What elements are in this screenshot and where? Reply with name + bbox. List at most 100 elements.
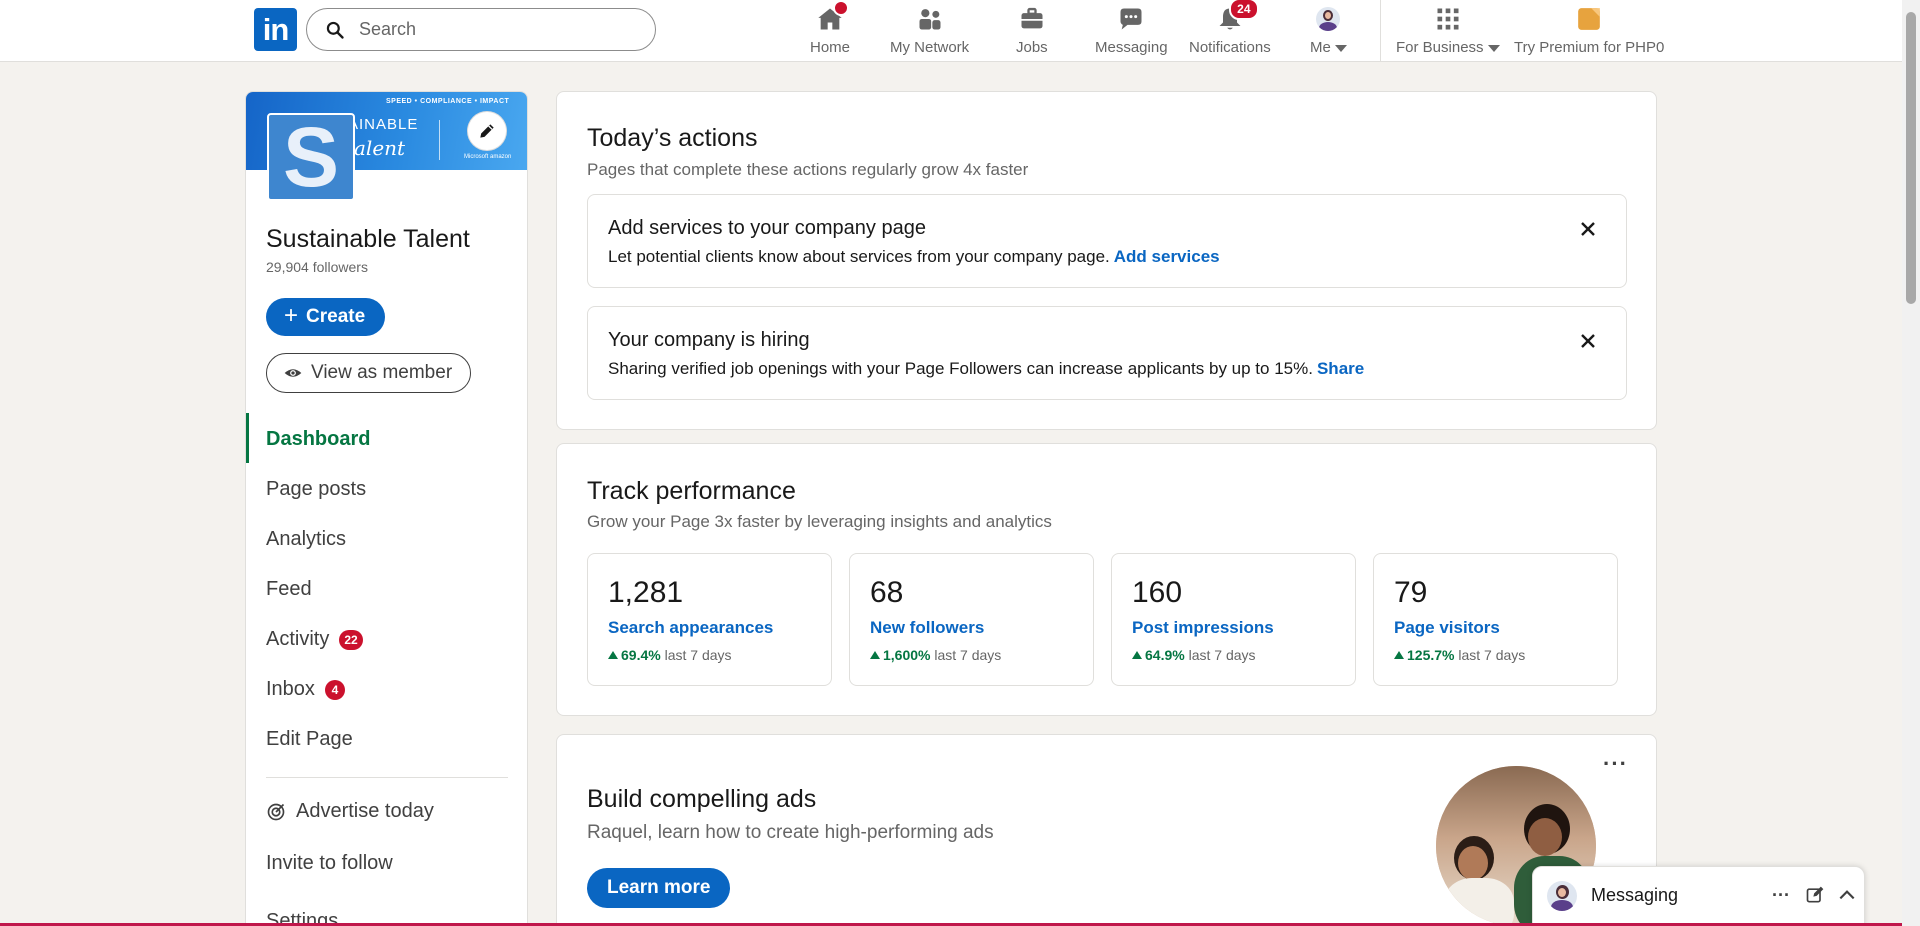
nav-my-network-label: My Network [890, 39, 970, 56]
search-box[interactable] [306, 8, 656, 51]
nav-jobs-label: Jobs [1016, 39, 1048, 56]
metric-period: last 7 days [1188, 647, 1256, 663]
menu-activity[interactable]: Activity 22 [266, 628, 363, 651]
dismiss-button[interactable] [1576, 329, 1600, 353]
nav-messaging-label: Messaging [1095, 39, 1168, 56]
learn-more-button[interactable]: Learn more [587, 868, 731, 908]
metric-post-impressions[interactable]: 160 Post impressions 64.9% last 7 days [1111, 553, 1356, 686]
nav-jobs[interactable]: Jobs [1016, 4, 1048, 56]
chat-icon [1120, 8, 1142, 30]
banner-partner-logos: Microsoft amazon [464, 154, 512, 160]
view-as-member-label: View as member [311, 362, 453, 383]
avatar [1547, 881, 1577, 911]
menu-analytics[interactable]: Analytics [266, 528, 346, 551]
nav-messaging[interactable]: Messaging [1095, 4, 1168, 56]
menu-invite-label: Invite to follow [266, 852, 393, 874]
build-ads-card: ··· Build compelling ads Raquel, learn h… [556, 734, 1657, 926]
inbox-badge: 4 [324, 679, 345, 700]
scrollbar-thumb[interactable] [1906, 12, 1916, 304]
more-options-button[interactable]: ··· [1603, 751, 1628, 777]
linkedin-logo[interactable]: in [254, 8, 297, 51]
menu-inbox[interactable]: Inbox 4 [266, 678, 345, 701]
metric-period: last 7 days [1458, 647, 1526, 663]
page-logo[interactable]: S [267, 113, 355, 201]
menu-dashboard[interactable]: Dashboard [266, 428, 370, 451]
track-performance-card: Track performance Grow your Page 3x fast… [556, 443, 1657, 716]
briefcase-icon [1021, 7, 1043, 29]
nav-my-network[interactable]: My Network [890, 4, 969, 56]
metric-new-followers[interactable]: 68 New followers 1,600% last 7 days [849, 553, 1094, 686]
menu-analytics-label: Analytics [266, 528, 347, 550]
action-desc: Let potential clients know about service… [608, 247, 1220, 267]
chevron-down-icon [1334, 44, 1347, 52]
banner-tagline: SPEED • COMPLIANCE • IMPACT [386, 98, 510, 105]
nav-home[interactable]: Home [810, 0, 851, 56]
nav-notifications-label: Notifications [1189, 39, 1271, 56]
menu-feed-label: Feed [266, 578, 312, 600]
create-button[interactable]: + Create [266, 298, 386, 336]
chevron-down-icon [1487, 44, 1500, 52]
menu-page-posts[interactable]: Page posts [266, 478, 366, 501]
action-add-services: Add services to your company page Let po… [587, 194, 1627, 288]
todays-actions-subtitle: Pages that complete these actions regula… [587, 160, 1029, 179]
action-desc: Sharing verified job openings with your … [608, 359, 1364, 379]
page-title: Sustainable Talent [266, 225, 470, 253]
nav-me-label: Me [1310, 39, 1331, 56]
menu-dashboard-label: Dashboard [266, 428, 371, 450]
messaging-dock[interactable]: Messaging ··· [1532, 866, 1865, 926]
notifications-badge: 24 [1228, 0, 1259, 20]
action-desc-text: Let potential clients know about service… [608, 247, 1110, 266]
menu-feed[interactable]: Feed [266, 578, 312, 601]
share-link[interactable]: Share [1317, 359, 1364, 378]
compose-button[interactable] [1803, 883, 1827, 907]
build-ads-subtitle: Raquel, learn how to create high-perform… [587, 822, 994, 843]
edit-cover-button[interactable] [468, 112, 506, 150]
search-input[interactable] [359, 19, 639, 40]
compose-icon [1806, 886, 1824, 903]
view-as-member-button[interactable]: View as member [266, 353, 472, 393]
follower-count: 29,904 followers [266, 259, 368, 275]
pencil-icon [480, 124, 494, 138]
metric-percent: 1,600% [883, 647, 931, 663]
metric-value: 160 [1132, 576, 1183, 609]
nav-for-business-label: For Business [1396, 39, 1484, 56]
banner-divider [439, 120, 440, 160]
metric-page-visitors[interactable]: 79 Page visitors 125.7% last 7 days [1373, 553, 1618, 686]
track-performance-title: Track performance [587, 477, 796, 505]
metric-label[interactable]: Page visitors [1394, 618, 1500, 638]
metric-delta: 69.4% last 7 days [608, 647, 732, 663]
messaging-more-button[interactable]: ··· [1769, 883, 1793, 907]
menu-edit-page[interactable]: Edit Page [266, 728, 353, 751]
metric-delta: 64.9% last 7 days [1132, 647, 1256, 663]
collapse-button[interactable] [1835, 883, 1859, 907]
metric-label[interactable]: Search appearances [608, 618, 773, 638]
dismiss-button[interactable] [1576, 217, 1600, 241]
metric-percent: 69.4% [621, 647, 661, 663]
metric-period: last 7 days [934, 647, 1002, 663]
plus-icon: + [284, 301, 299, 329]
metric-search-appearances[interactable]: 1,281 Search appearances 69.4% last 7 da… [587, 553, 832, 686]
nav-home-label: Home [810, 39, 851, 56]
metric-delta: 1,600% last 7 days [870, 647, 1001, 663]
nav-premium[interactable]: Try Premium for PHP0 [1514, 4, 1664, 56]
messaging-dock-title: Messaging [1591, 885, 1679, 905]
nav-for-business[interactable]: For Business [1396, 4, 1500, 56]
menu-advertise[interactable]: Advertise today [266, 800, 434, 823]
metric-label[interactable]: New followers [870, 618, 984, 638]
todays-actions-title: Today’s actions [587, 124, 758, 152]
menu-inbox-label: Inbox [266, 678, 315, 700]
nav-divider [1380, 0, 1381, 62]
add-services-link[interactable]: Add services [1114, 247, 1220, 266]
nav-me[interactable]: Me [1310, 4, 1347, 56]
people-icon [919, 9, 941, 30]
page-sidebar-card: SPEED • COMPLIANCE • IMPACT AINABLE alen… [245, 91, 528, 926]
chevron-up-icon [1839, 890, 1855, 900]
metric-label[interactable]: Post impressions [1132, 618, 1274, 638]
activity-badge: 22 [339, 629, 363, 650]
nav-notifications[interactable]: 24 Notifications [1189, 0, 1271, 56]
action-company-hiring: Your company is hiring Sharing verified … [587, 306, 1627, 400]
menu-invite[interactable]: Invite to follow [266, 852, 393, 875]
metric-delta: 125.7% last 7 days [1394, 647, 1525, 663]
metric-value: 1,281 [608, 576, 684, 609]
build-ads-title: Build compelling ads [587, 785, 817, 813]
